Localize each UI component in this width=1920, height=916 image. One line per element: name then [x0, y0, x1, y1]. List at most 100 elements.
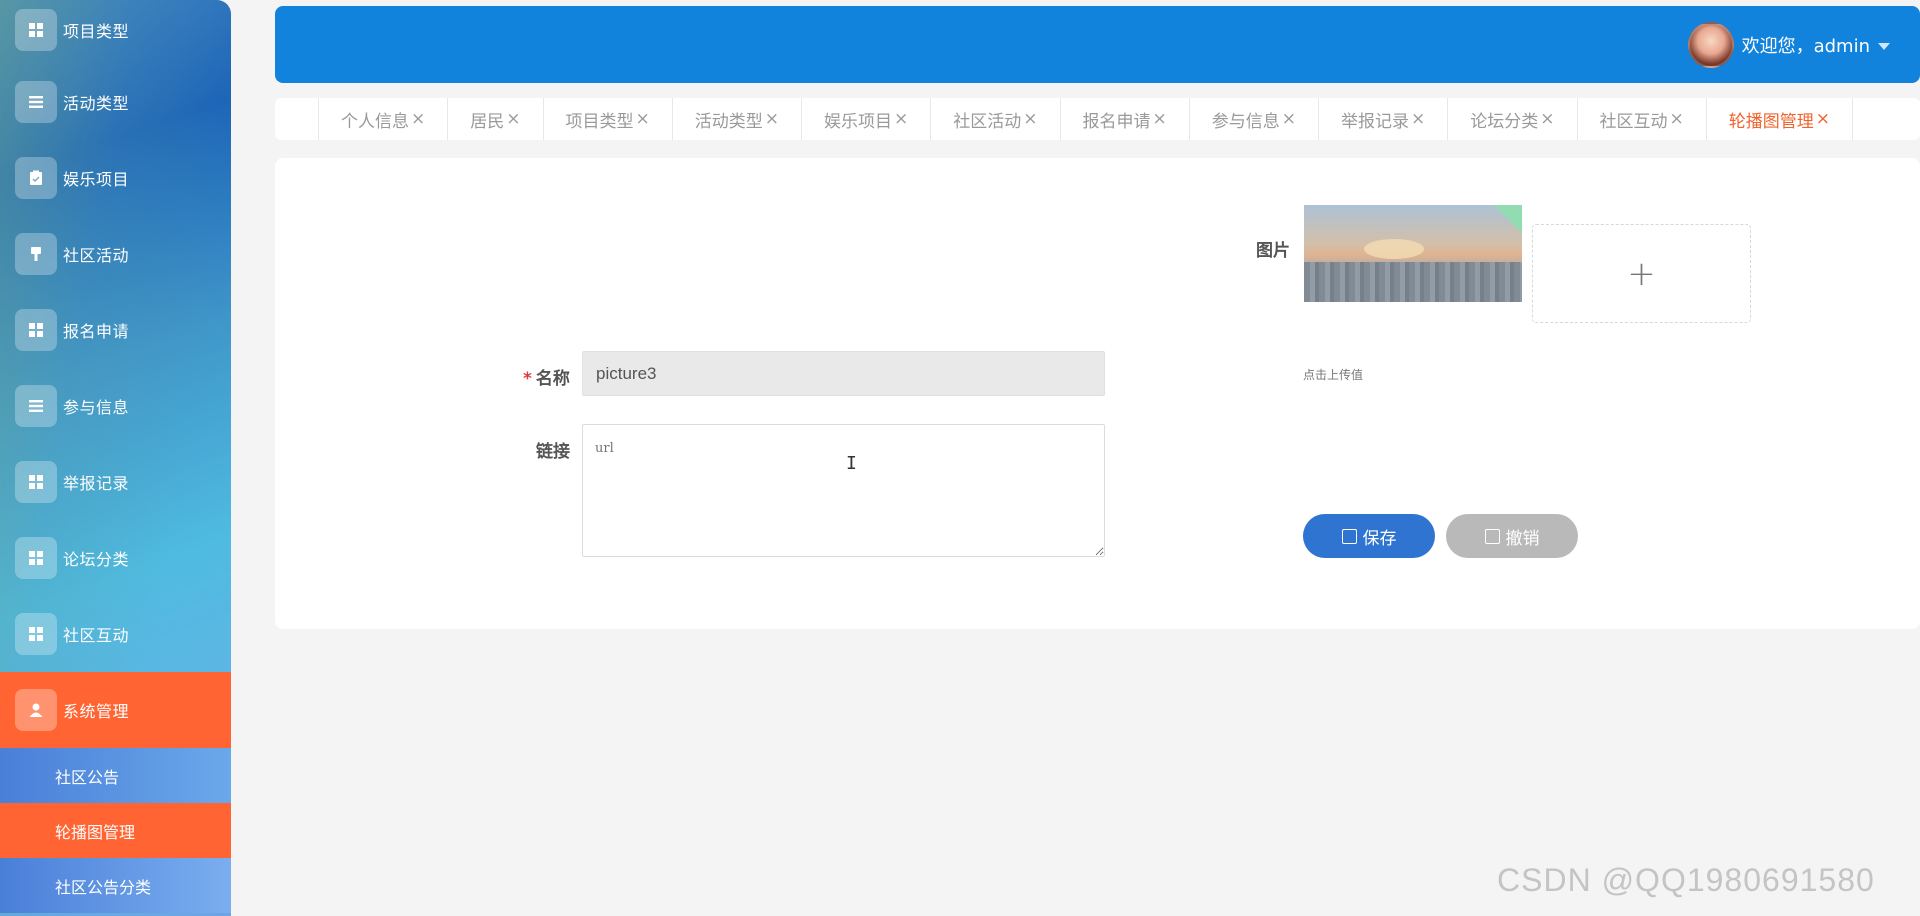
sidebar-subitem-label: 社区公告分类: [55, 877, 152, 897]
sidebar-item-signup[interactable]: 报名申请: [0, 292, 231, 368]
sidebar-item-label: 活动类型: [63, 94, 130, 113]
thumbnail-skyline: [1304, 262, 1522, 302]
user-menu[interactable]: 欢迎您，admin: [1687, 22, 1890, 68]
tab-label: 举报记录: [1341, 111, 1409, 132]
thumbnail-sky: [1364, 239, 1424, 259]
required-mark: *: [523, 369, 532, 389]
sidebar-item-label: 参与信息: [63, 398, 130, 417]
sidebar-item-system-management[interactable]: 系统管理: [0, 672, 231, 748]
sidebar-item-activity-type[interactable]: 活动类型: [0, 64, 231, 140]
close-icon[interactable]: ×: [506, 109, 520, 129]
sidebar-item-community-interaction[interactable]: 社区互动: [0, 596, 231, 672]
close-icon[interactable]: ×: [1540, 109, 1554, 129]
close-icon[interactable]: ×: [1153, 109, 1167, 129]
brush-icon: [15, 233, 57, 275]
tab-label: 社区互动: [1599, 111, 1668, 132]
grid-icon: [15, 461, 57, 503]
sidebar-subitem-notice-category[interactable]: 社区公告分类: [0, 858, 231, 913]
name-label-text: 名称: [535, 369, 570, 389]
close-box-icon: [1484, 528, 1500, 544]
sidebar-item-report[interactable]: 举报记录: [0, 444, 231, 520]
grid-icon: [15, 9, 57, 51]
list-icon: [15, 385, 57, 427]
tab-carousel[interactable]: 轮播图管理 ×: [1707, 98, 1853, 140]
tab-label: 参与信息: [1211, 111, 1280, 132]
tab-bar: 个人信息 × 居民 × 项目类型 × 活动类型 × 娱乐项目 × 社区活动 × 报名申请 × …: [275, 98, 1920, 140]
tab-label: 个人信息: [341, 111, 409, 132]
name-input[interactable]: [582, 351, 1105, 396]
grid-icon: [15, 537, 57, 579]
tab-entertainment[interactable]: 娱乐项目 ×: [802, 98, 932, 140]
sidebar-item-entertainment[interactable]: 娱乐项目: [0, 140, 231, 216]
close-icon[interactable]: ×: [411, 109, 425, 129]
save-label: 保存: [1362, 528, 1397, 549]
tab-project-type[interactable]: 项目类型 ×: [544, 98, 673, 140]
tab-label: 社区活动: [953, 111, 1022, 132]
sidebar-item-label: 论坛分类: [63, 550, 130, 569]
close-icon[interactable]: ×: [1670, 109, 1684, 129]
sidebar-item-label: 娱乐项目: [63, 170, 130, 189]
sidebar-item-forum-category[interactable]: 论坛分类: [0, 520, 231, 596]
sidebar-subitem-label: 社区公告: [55, 767, 120, 787]
close-icon[interactable]: ×: [1816, 109, 1830, 129]
sidebar-item-label: 社区活动: [63, 246, 130, 265]
tab-label: 论坛分类: [1470, 111, 1539, 132]
image-label: 图片: [1256, 241, 1290, 261]
tab-signup[interactable]: 报名申请 ×: [1061, 98, 1190, 140]
grid-icon: [15, 613, 57, 655]
watermark: CSDN @QQ1980691580: [1497, 862, 1875, 898]
sidebar-subitem-notice[interactable]: 社区公告: [0, 748, 231, 803]
tab-community-activity[interactable]: 社区活动 ×: [931, 98, 1061, 140]
sidebar-item-label: 举报记录: [63, 474, 130, 493]
link-label: 链接: [536, 442, 570, 462]
clipboard-icon: [15, 157, 57, 199]
sidebar-item-label: 项目类型: [63, 22, 130, 41]
link-textarea[interactable]: [582, 424, 1105, 557]
tab-personal-info[interactable]: 个人信息 ×: [319, 98, 449, 140]
sidebar-item-community-activity[interactable]: 社区活动: [0, 216, 231, 292]
tab-forum-category[interactable]: 论坛分类 ×: [1448, 98, 1578, 140]
header-bar: 欢迎您，admin: [275, 6, 1920, 83]
tab-report[interactable]: 举报记录 ×: [1319, 98, 1449, 140]
sidebar-item-label: 社区互动: [63, 626, 130, 645]
close-icon[interactable]: ×: [1023, 109, 1037, 129]
sidebar: 项目类型 活动类型 娱乐项目 社区活动 报名申请 参与信息 举报记录 论坛分类 …: [0, 0, 231, 916]
caret-down-icon[interactable]: [1878, 42, 1890, 50]
sidebar-item-project-type[interactable]: 项目类型: [0, 0, 231, 68]
close-icon[interactable]: ×: [636, 109, 650, 129]
tab-label: 轮播图管理: [1728, 111, 1814, 132]
grid-icon: [15, 309, 57, 351]
close-icon[interactable]: ×: [894, 109, 908, 129]
close-icon[interactable]: ×: [1411, 109, 1425, 129]
plus-icon: +: [1627, 253, 1656, 294]
save-button[interactable]: 保存: [1303, 514, 1435, 558]
image-thumbnail[interactable]: [1304, 205, 1522, 302]
avatar[interactable]: [1687, 22, 1734, 68]
sidebar-subitem-label: 轮播图管理: [55, 822, 136, 842]
sidebar-item-label: 报名申请: [63, 322, 130, 341]
sidebar-item-label: 系统管理: [63, 702, 130, 721]
cancel-button[interactable]: 撤销: [1446, 514, 1578, 558]
sidebar-subitem-carousel[interactable]: 轮播图管理: [0, 803, 231, 858]
close-icon[interactable]: ×: [1282, 109, 1296, 129]
upload-button[interactable]: +: [1532, 224, 1751, 323]
welcome-text: 欢迎您，admin: [1741, 36, 1870, 57]
edit-icon: [1341, 528, 1357, 544]
tab-label: 娱乐项目: [824, 111, 892, 132]
list-icon: [15, 81, 57, 123]
name-label: * 名称: [523, 364, 570, 389]
close-icon[interactable]: ×: [765, 109, 779, 129]
tab-label: 居民: [470, 111, 505, 132]
tab-participation[interactable]: 参与信息 ×: [1190, 98, 1319, 140]
cancel-label: 撤销: [1505, 528, 1540, 549]
upload-hint: 点击上传值: [1303, 368, 1364, 382]
text-cursor-icon: I: [846, 453, 857, 474]
tab-label: 项目类型: [565, 111, 634, 132]
tab-residents[interactable]: 居民 ×: [448, 98, 544, 140]
tab-scroll-left[interactable]: [275, 98, 319, 140]
sidebar-item-participation[interactable]: 参与信息: [0, 368, 231, 444]
tab-community-interaction[interactable]: 社区互动 ×: [1578, 98, 1707, 140]
tab-label: 报名申请: [1082, 111, 1151, 132]
tab-activity-type[interactable]: 活动类型 ×: [673, 98, 802, 140]
uploaded-check-icon: [1494, 205, 1522, 233]
